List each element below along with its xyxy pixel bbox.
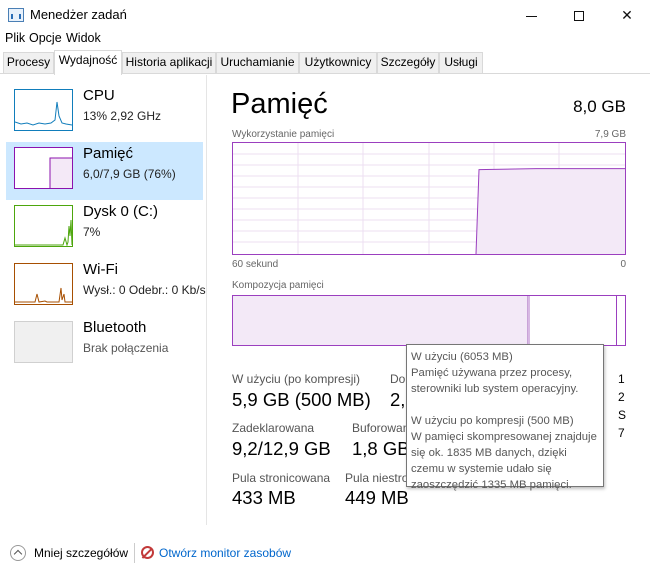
disk-thumbnail-graph xyxy=(14,205,73,247)
tab-services[interactable]: Usługi xyxy=(439,52,483,73)
tooltip-line: się ok. 1835 MB danych, dzięki xyxy=(411,447,567,459)
tooltip-line: W użyciu po kompresji (500 MB) xyxy=(411,415,574,427)
memory-usage-svg xyxy=(233,143,625,255)
usage-graph-label: Wykorzystanie pamięci xyxy=(232,129,335,140)
menu-options[interactable]: Opcje xyxy=(29,31,62,45)
time-axis-end: 0 xyxy=(620,259,626,270)
open-resource-monitor-link[interactable]: Otwórz monitor zasobów xyxy=(159,546,291,560)
usage-area xyxy=(476,168,625,254)
sidebar-item-value: 13% 2,92 GHz xyxy=(83,109,162,123)
sidebar-item-name: Dysk 0 (C:) xyxy=(83,203,158,220)
tooltip-line: czemu w systemie udało się xyxy=(411,463,552,475)
title-bar: Menedżer zadań ✕ xyxy=(0,0,650,30)
sidebar-item-cpu[interactable]: CPU 13% 2,92 GHz xyxy=(6,84,203,142)
right-column-value: 7 xyxy=(618,426,625,440)
sidebar-item-value: Brak połączenia xyxy=(83,341,169,355)
sidebar-item-value: Wysł.: 0 Odebr.: 0 Kb/s xyxy=(83,283,206,297)
tab-bar: Procesy Wydajność Historia aplikacji Uru… xyxy=(0,50,650,75)
memory-usage-graph xyxy=(232,142,626,255)
tab-performance[interactable]: Wydajność xyxy=(54,50,122,75)
window-title: Menedżer zadań xyxy=(30,7,127,22)
tab-processes[interactable]: Procesy xyxy=(3,52,54,73)
sidebar-item-value: 7% xyxy=(83,225,101,239)
memory-composition-bar xyxy=(232,295,626,346)
sidebar-item-memory[interactable]: Pamięć 6,0/7,9 GB (76%) xyxy=(6,142,203,200)
sidebar-item-disk[interactable]: Dysk 0 (C:) 7% xyxy=(6,200,203,258)
close-button[interactable]: ✕ xyxy=(604,0,650,30)
wifi-thumbnail-graph xyxy=(14,263,73,305)
sidebar-item-value: 6,0/7,9 GB (76%) xyxy=(83,167,176,181)
usage-graph-max: 7,9 GB xyxy=(594,129,626,140)
bluetooth-thumbnail-graph xyxy=(14,321,73,363)
resource-monitor-icon[interactable] xyxy=(141,546,154,559)
sidebar-item-name: Bluetooth xyxy=(83,319,147,336)
composition-in-use[interactable] xyxy=(233,296,528,345)
right-column-value: S xyxy=(618,408,627,422)
footer-divider xyxy=(134,543,135,563)
composition-standby-divider xyxy=(616,296,617,345)
menu-view[interactable]: Widok xyxy=(66,31,101,45)
chevron-up-icon[interactable] xyxy=(10,545,26,561)
composition-modified[interactable] xyxy=(528,296,530,345)
minimize-icon xyxy=(525,15,537,17)
tooltip-line: sterowniki lub system operacyjny. xyxy=(411,383,579,395)
sidebar-item-name: CPU xyxy=(83,87,115,104)
available-label: Do xyxy=(390,372,406,386)
tab-details[interactable]: Szczegóły xyxy=(377,52,439,73)
committed-value: 9,2/12,9 GB xyxy=(232,438,331,459)
maximize-icon xyxy=(574,11,584,22)
nonpaged-pool-label: Pula niestro xyxy=(345,471,409,485)
tab-startup[interactable]: Uruchamianie xyxy=(216,52,299,73)
sidebar-item-name: Pamięć xyxy=(83,145,134,162)
tooltip-line: zaoszczędzić 1335 MB pamięci. xyxy=(411,479,572,491)
committed-label: Zadeklarowana xyxy=(232,421,315,435)
paged-pool-value: 433 MB xyxy=(232,487,296,508)
task-manager-icon xyxy=(8,8,24,22)
composition-tooltip: W użyciu (6053 MB) Pamięć używana przez … xyxy=(406,344,604,491)
composition-label: Kompozycja pamięci xyxy=(232,280,324,291)
right-column-value: 2 xyxy=(618,390,625,404)
available-value: 2, xyxy=(390,389,406,410)
in-use-label: W użyciu (po kompresji) xyxy=(232,372,361,386)
tab-app-history[interactable]: Historia aplikacji xyxy=(122,52,216,73)
minimize-button[interactable] xyxy=(508,0,554,30)
in-use-value: 5,9 GB (500 MB) xyxy=(232,389,371,410)
nonpaged-pool-value: 449 MB xyxy=(345,487,409,508)
sidebar-item-bluetooth[interactable]: Bluetooth Brak połączenia xyxy=(6,316,203,374)
memory-thumbnail-graph xyxy=(14,147,73,189)
page-title: Pamięć xyxy=(231,88,328,120)
time-axis-start: 60 sekund xyxy=(232,259,279,270)
tooltip-line xyxy=(411,397,599,413)
sidebar-item-wifi[interactable]: Wi-Fi Wysł.: 0 Odebr.: 0 Kb/s xyxy=(6,258,206,316)
maximize-button[interactable] xyxy=(556,0,602,30)
menu-file[interactable]: Plik xyxy=(5,31,25,45)
sidebar-item-name: Wi-Fi xyxy=(83,261,118,278)
tooltip-line: W pamięci skompresowanej znajduje xyxy=(411,431,597,443)
paged-pool-label: Pula stronicowana xyxy=(232,471,331,485)
tooltip-line: W użyciu (6053 MB) xyxy=(411,351,513,363)
tooltip-line: Pamięć używana przez procesy, xyxy=(411,367,573,379)
right-column-value: 1 xyxy=(618,372,625,386)
fewer-details-button[interactable]: Mniej szczegółów xyxy=(34,546,128,560)
cached-label: Buforowan xyxy=(352,421,410,435)
tab-users[interactable]: Użytkownicy xyxy=(299,52,377,73)
cached-value: 1,8 GB xyxy=(352,438,410,459)
cpu-thumbnail-graph xyxy=(14,89,73,131)
memory-total: 8,0 GB xyxy=(573,97,626,116)
footer-bar: Mniej szczegółów Otwórz monitor zasobów xyxy=(0,540,650,570)
close-icon: ✕ xyxy=(621,7,633,23)
resource-sidebar: CPU 13% 2,92 GHz Pamięć 6,0/7,9 GB (76%)… xyxy=(0,75,207,525)
